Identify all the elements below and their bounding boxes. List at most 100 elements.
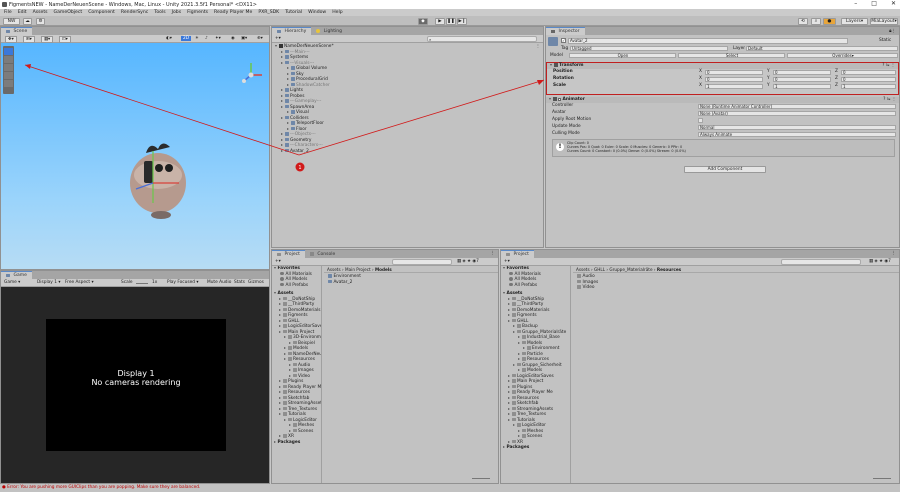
scene-pivot-button[interactable]: ⊞▾: [23, 36, 35, 43]
expand-icon[interactable]: [279, 297, 281, 300]
close-icon[interactable]: ✕: [891, 0, 896, 7]
audio-toggle-icon[interactable]: ♪: [205, 36, 208, 41]
stats-toggle[interactable]: Stats: [234, 280, 245, 285]
expand-icon[interactable]: [508, 303, 510, 305]
history-icon[interactable]: ⟲: [798, 17, 808, 25]
expand-icon[interactable]: [518, 336, 520, 338]
expand-icon[interactable]: [508, 319, 510, 322]
file-item[interactable]: Video: [577, 285, 897, 291]
expand-icon[interactable]: [508, 402, 510, 404]
overrides-dropdown[interactable]: Overrides▾: [787, 52, 898, 58]
expand-icon[interactable]: [274, 292, 276, 294]
expand-icon[interactable]: [518, 358, 520, 360]
pause-button[interactable]: ❚❚: [446, 17, 456, 25]
expand-icon[interactable]: [279, 413, 281, 415]
static-toggle[interactable]: Static: [879, 38, 891, 43]
menu-item[interactable]: Tools: [154, 10, 165, 15]
menu-item[interactable]: Figments: [187, 10, 208, 15]
expand-icon[interactable]: [279, 380, 281, 382]
animator-enabled-checkbox[interactable]: [558, 97, 561, 101]
expand-icon[interactable]: [518, 369, 520, 371]
layout-dropdown[interactable]: MiaLayout ▾: [870, 17, 898, 25]
transform-x-field[interactable]: 0: [705, 77, 763, 82]
expand-icon[interactable]: [289, 424, 291, 426]
panel-menu-icon[interactable]: ⋮: [892, 251, 897, 256]
menu-item[interactable]: RenderSync: [121, 10, 148, 15]
icon-size-slider-2[interactable]: [873, 478, 891, 479]
transform-z-field[interactable]: 0: [841, 70, 896, 75]
expand-icon[interactable]: [508, 308, 510, 311]
orientation-gizmo[interactable]: [242, 63, 262, 83]
menu-item[interactable]: PXR_SDK: [258, 10, 279, 15]
gizmos-toggle[interactable]: Gizmos: [248, 280, 264, 285]
menu-item[interactable]: Window: [308, 10, 326, 15]
tab-game[interactable]: Game: [1, 271, 32, 279]
layers-dropdown[interactable]: Layers ▾: [841, 17, 868, 25]
scene-grid-button[interactable]: ▦▾: [41, 36, 54, 43]
expand-icon[interactable]: [508, 314, 510, 316]
expand-icon[interactable]: [508, 374, 510, 377]
effects-icon[interactable]: ✦▾: [215, 36, 221, 41]
expand-icon[interactable]: [284, 347, 286, 349]
menu-item[interactable]: Help: [332, 10, 342, 15]
expand-icon[interactable]: [523, 347, 525, 349]
expand-icon[interactable]: [284, 336, 286, 338]
lock-icon[interactable]: 🔒︎⋮: [889, 28, 896, 34]
favorite-item[interactable]: All Prefabs: [272, 282, 321, 289]
expand-icon[interactable]: [289, 429, 291, 432]
expand-icon[interactable]: [289, 369, 291, 371]
expand-icon[interactable]: [279, 319, 281, 322]
add-component-button[interactable]: Add Component: [684, 166, 766, 173]
menu-item[interactable]: File: [4, 10, 12, 15]
expand-icon[interactable]: [284, 418, 286, 421]
scene-handle-button[interactable]: ✥▾: [5, 36, 17, 43]
expand-icon[interactable]: [508, 413, 510, 415]
scene-2d-toggle[interactable]: 2D: [181, 36, 192, 41]
expand-icon[interactable]: [513, 330, 515, 333]
menu-item[interactable]: Tutorial: [285, 10, 302, 15]
tool-palette[interactable]: [3, 46, 14, 94]
animator-field[interactable]: None (Avatar): [698, 111, 896, 116]
apply-root-motion-checkbox[interactable]: [698, 118, 703, 123]
breadcrumb-item[interactable]: Assets: [576, 267, 590, 272]
expand-icon[interactable]: [279, 402, 281, 404]
select-prefab-button[interactable]: Select: [678, 52, 785, 58]
tab-scene[interactable]: Scene: [1, 27, 33, 35]
step-button[interactable]: ▶❙: [457, 17, 467, 25]
expand-icon[interactable]: [279, 303, 281, 305]
menu-item[interactable]: GameObject: [54, 10, 83, 15]
breadcrumb-item[interactable]: Assets: [327, 267, 341, 272]
status-bar[interactable]: ● Error: You are pushing more GUIClips t…: [0, 484, 900, 492]
breadcrumb-item[interactable]: Resources: [657, 267, 681, 272]
expand-icon[interactable]: [513, 424, 515, 426]
avatar-model[interactable]: [130, 143, 186, 219]
scene-snap-button[interactable]: ⊡▾: [59, 36, 71, 43]
transform-z-field[interactable]: 0: [841, 77, 896, 82]
scene-viewport[interactable]: [1, 43, 269, 269]
expand-icon[interactable]: [284, 358, 286, 360]
expand-icon[interactable]: [279, 435, 281, 437]
expand-icon[interactable]: [508, 418, 510, 421]
transform-y-field[interactable]: 0: [773, 70, 831, 75]
expand-icon[interactable]: [508, 407, 510, 410]
menu-item[interactable]: Jobs: [172, 10, 181, 15]
scale-slider[interactable]: [136, 282, 148, 284]
expand-icon[interactable]: [518, 435, 520, 437]
tab-project[interactable]: Project: [272, 250, 305, 258]
expand-icon[interactable]: [550, 64, 552, 66]
expand-icon[interactable]: [279, 391, 281, 393]
account-button[interactable]: NW: [3, 17, 20, 25]
expand-icon[interactable]: [508, 396, 510, 399]
expand-icon[interactable]: [518, 352, 520, 355]
expand-icon[interactable]: [279, 385, 281, 388]
menu-item[interactable]: Assets: [33, 10, 48, 15]
expand-icon[interactable]: [503, 292, 505, 294]
expand-icon[interactable]: [513, 363, 515, 366]
expand-icon[interactable]: [289, 341, 291, 344]
transform-x-field[interactable]: 0: [705, 70, 763, 75]
expand-icon[interactable]: [549, 98, 551, 100]
animator-field[interactable]: Always Animate: [698, 132, 896, 137]
filter-icons-2[interactable]: ▦ ◈ ★ ◉7: [869, 259, 891, 264]
transform-z-field[interactable]: 1: [841, 84, 896, 89]
expand-icon[interactable]: [503, 446, 505, 448]
